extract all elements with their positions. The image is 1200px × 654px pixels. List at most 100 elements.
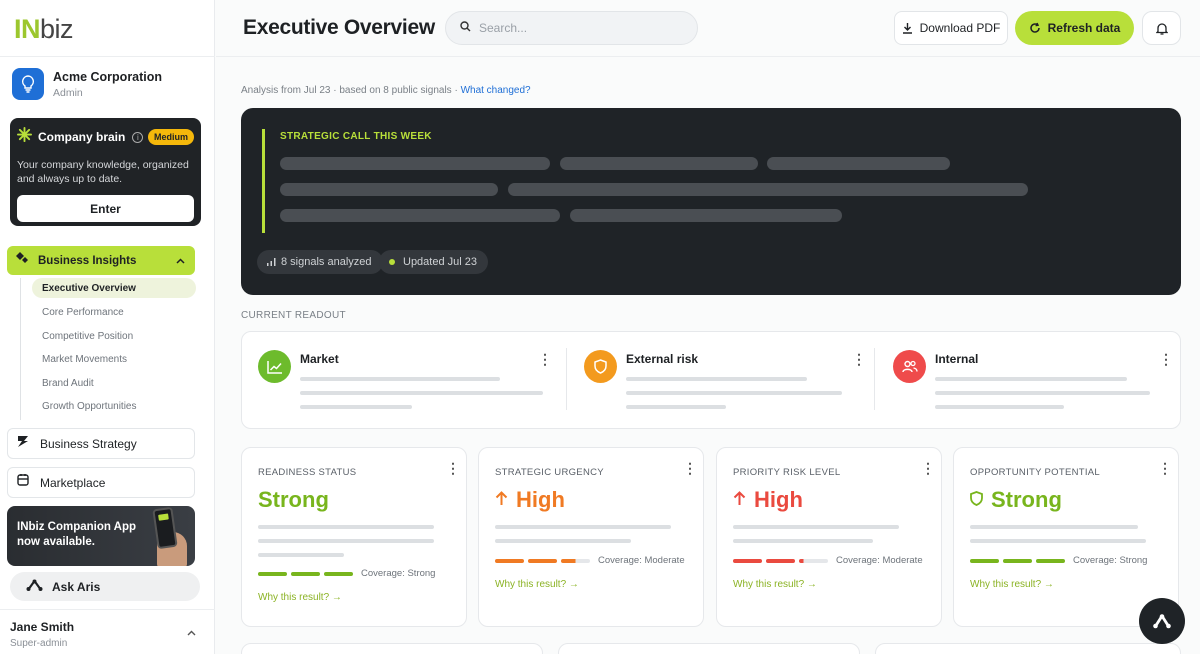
top-bar: Executive Overview Download PDF Refresh … [216, 0, 1200, 57]
business-insights-subnav: Executive Overview Core Performance Comp… [20, 278, 196, 420]
subnav-competitive-position[interactable]: Competitive Position [32, 326, 196, 346]
text-placeholder [280, 183, 498, 196]
people-icon [893, 350, 926, 383]
search-icon [460, 19, 471, 37]
text-placeholder [495, 539, 631, 543]
bell-icon [1155, 22, 1168, 35]
search-input[interactable] [479, 21, 679, 35]
more-options-icon[interactable]: ⋮ [538, 352, 552, 366]
refresh-data-label: Refresh data [1047, 21, 1121, 35]
company-brain-title: Company brain [38, 130, 126, 144]
nav-marketplace-label: Marketplace [40, 475, 106, 490]
text-placeholder [560, 157, 758, 170]
text-placeholder [570, 209, 842, 222]
more-options-icon[interactable]: ⋮ [921, 461, 935, 475]
more-options-icon[interactable]: ⋮ [683, 461, 697, 475]
subnav-market-movements[interactable]: Market Movements [32, 349, 196, 369]
more-options-icon[interactable]: ⋮ [1159, 352, 1173, 366]
assistant-fab[interactable] [1139, 598, 1185, 644]
current-readout-label: CURRENT READOUT [241, 310, 346, 321]
app-logo[interactable]: INbiz [14, 14, 74, 45]
organization-switcher[interactable]: Acme Corporation Admin [12, 68, 162, 100]
signals-text: 8 signals analyzed [281, 256, 372, 268]
download-pdf-button[interactable]: Download PDF [894, 11, 1008, 45]
current-readout-card: Market ⋮ External risk ⋮ Internal ⋮ [241, 331, 1181, 429]
strategy-icon [16, 434, 30, 453]
coverage-indicator: Coverage: Moderate [733, 555, 923, 566]
bottom-card [558, 643, 860, 654]
arrow-up-icon [495, 490, 508, 511]
subnav-brand-audit[interactable]: Brand Audit [32, 373, 196, 393]
companion-app-promo[interactable]: INbiz Companion App now available. [7, 506, 195, 566]
aris-icon [1153, 614, 1171, 629]
what-changed-link[interactable]: What changed? [461, 85, 531, 96]
shield-icon [970, 490, 983, 511]
organization-icon [12, 68, 44, 100]
promo-text: INbiz Companion App now available. [17, 521, 137, 548]
phone-icon [152, 506, 178, 550]
text-placeholder [280, 157, 550, 170]
text-placeholder [258, 525, 434, 529]
marketplace-icon [16, 473, 30, 492]
metric-value: Strong [258, 487, 329, 512]
analysis-info: Analysis from Jul 23 · based on 8 public… [241, 85, 531, 96]
text-placeholder [935, 391, 1150, 395]
chevron-up-icon [187, 628, 196, 638]
nav-business-insights[interactable]: Business Insights [7, 246, 195, 275]
metric-label: READINESS STATUS [258, 467, 357, 478]
text-placeholder [970, 525, 1138, 529]
user-menu[interactable]: Jane Smith Super-admin [10, 620, 200, 649]
arrow-up-icon [733, 490, 746, 511]
coverage-indicator: Coverage: Strong [970, 555, 1147, 566]
text-placeholder [935, 377, 1127, 381]
text-placeholder [970, 539, 1146, 543]
metric-card-opportunity: OPPORTUNITY POTENTIAL ⋮ Strong Coverage:… [953, 447, 1179, 627]
insights-icon [15, 251, 29, 270]
metric-label: STRATEGIC URGENCY [495, 467, 604, 478]
subnav-growth-opportunities[interactable]: Growth Opportunities [32, 396, 196, 416]
nav-business-strategy-label: Business Strategy [40, 436, 137, 451]
readout-title: Internal [935, 352, 979, 366]
notifications-button[interactable] [1142, 11, 1181, 45]
coverage-text: Coverage: Strong [361, 568, 436, 579]
download-icon [902, 23, 912, 34]
organization-role: Admin [53, 86, 83, 99]
more-options-icon[interactable]: ⋮ [852, 352, 866, 366]
brain-icon [17, 127, 32, 147]
why-this-result-link[interactable]: Why this result? → [733, 579, 817, 590]
text-placeholder [935, 405, 1064, 409]
text-placeholder [626, 391, 842, 395]
subnav-executive-overview[interactable]: Executive Overview [32, 278, 196, 298]
more-options-icon[interactable]: ⋮ [1158, 461, 1172, 475]
subnav-core-performance[interactable]: Core Performance [32, 302, 196, 322]
metric-card-urgency: STRATEGIC URGENCY ⋮ High Coverage: Moder… [478, 447, 704, 627]
coverage-indicator: Coverage: Moderate [495, 555, 685, 566]
metric-card-risk: PRIORITY RISK LEVEL ⋮ High Coverage: Mod… [716, 447, 942, 627]
text-placeholder [508, 183, 1028, 196]
signal-bars-icon [267, 258, 276, 266]
nav-business-insights-label: Business Insights [38, 254, 137, 267]
text-placeholder [258, 539, 434, 543]
coverage-text: Coverage: Moderate [598, 555, 685, 566]
nav-business-strategy[interactable]: Business Strategy [7, 428, 195, 459]
search-box[interactable] [445, 11, 698, 45]
text-placeholder [733, 539, 873, 543]
metric-value: High [495, 487, 565, 513]
why-this-result-link[interactable]: Why this result? → [495, 579, 579, 590]
divider [0, 56, 215, 57]
why-this-result-link[interactable]: Why this result? → [970, 579, 1054, 590]
text-placeholder [626, 377, 807, 381]
divider [874, 348, 875, 410]
metric-value: High [733, 487, 803, 513]
nav-marketplace[interactable]: Marketplace [7, 467, 195, 498]
chevron-up-icon [176, 256, 185, 266]
analysis-text: Analysis from Jul 23 · based on 8 public… [241, 85, 461, 96]
text-placeholder [626, 405, 726, 409]
more-options-icon[interactable]: ⋮ [446, 461, 460, 475]
page-title: Executive Overview [243, 16, 435, 39]
refresh-data-button[interactable]: Refresh data [1015, 11, 1134, 45]
info-icon[interactable]: i [132, 131, 144, 143]
why-this-result-link[interactable]: Why this result? → [258, 592, 342, 603]
enter-button[interactable]: Enter [17, 195, 194, 222]
ask-aris-button[interactable]: Ask Aris [10, 572, 200, 601]
